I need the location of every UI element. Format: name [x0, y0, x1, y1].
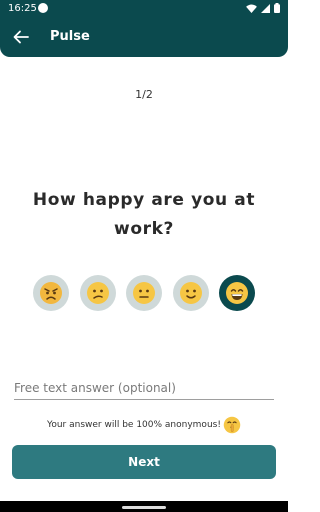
slightly-smiling-face-icon [179, 282, 202, 304]
app-bar: Pulse [0, 17, 288, 57]
neutral-face-icon [133, 282, 155, 304]
anonymous-note-text: Your answer will be 100% anonymous! [47, 420, 221, 430]
confused-face-icon [86, 282, 109, 304]
rating-neutral[interactable] [126, 275, 162, 311]
question-progress: 1/2 [135, 88, 153, 101]
status-icons [246, 3, 280, 13]
home-gesture-handle[interactable] [122, 506, 166, 509]
question-text: How happy are you at work? [32, 190, 256, 239]
rating-slightly-smiling[interactable] [172, 275, 209, 311]
rating-grinning[interactable] [219, 275, 255, 311]
free-text-answer-input[interactable] [14, 377, 274, 400]
shushing-face-icon [223, 416, 241, 434]
battery-icon [274, 3, 280, 13]
status-bar: 16:25 [0, 0, 288, 17]
back-button[interactable] [9, 25, 33, 49]
page-title: Pulse [50, 29, 90, 44]
wifi-icon [246, 3, 257, 13]
navigation-bar [0, 501, 288, 512]
angry-face-icon [40, 282, 62, 304]
next-button[interactable]: Next [12, 445, 276, 479]
rating-confused[interactable] [79, 275, 116, 311]
arrow-left-icon [13, 30, 29, 44]
rating-angry[interactable] [33, 275, 69, 311]
anonymous-note: Your answer will be 100% anonymous! [0, 415, 288, 435]
grinning-face-icon [226, 282, 248, 304]
signal-icon [261, 3, 270, 13]
status-time: 16:25 [8, 3, 37, 14]
rating-options [33, 275, 255, 311]
notification-app-icon [38, 3, 48, 13]
